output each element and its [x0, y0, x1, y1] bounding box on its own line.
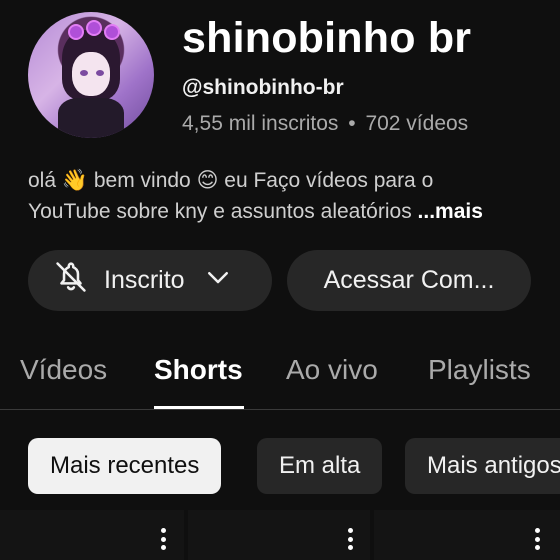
subscriber-count: 4,55 mil inscritos	[182, 112, 339, 135]
avatar-flower	[70, 26, 82, 38]
access-label: Acessar Com...	[323, 266, 495, 294]
description-line: YouTube sobre kny e assuntos aleatórios	[28, 200, 418, 223]
more-vert-icon[interactable]	[534, 528, 540, 550]
more-vert-icon[interactable]	[160, 528, 166, 550]
chevron-down-icon	[203, 262, 233, 299]
channel-avatar[interactable]	[28, 12, 154, 138]
channel-tabs: Vídeos Shorts Ao vivo Playlists	[0, 340, 560, 410]
chip-most-recent[interactable]: Mais recentes	[28, 438, 222, 494]
tab-shorts[interactable]: Shorts	[154, 354, 243, 386]
subscribed-button[interactable]: Inscrito	[28, 250, 272, 311]
avatar-eye	[96, 70, 104, 76]
bell-off-icon	[52, 258, 90, 303]
channel-description[interactable]: olá 👋 bem vindo 😊 eu Faço vídeos para o …	[28, 165, 548, 227]
avatar-flower	[106, 26, 118, 38]
description-line: olá 👋 bem vindo 😊 eu Faço vídeos para o	[28, 169, 434, 192]
short-thumbnail[interactable]	[0, 510, 184, 560]
short-thumbnail[interactable]	[188, 510, 370, 560]
subscribed-label: Inscrito	[104, 266, 185, 294]
access-community-button[interactable]: Acessar Com...	[287, 250, 531, 311]
stats-separator: •	[348, 112, 356, 135]
tab-videos[interactable]: Vídeos	[20, 354, 107, 386]
more-vert-icon[interactable]	[347, 528, 353, 550]
avatar-eye	[80, 70, 88, 76]
chip-trending[interactable]: Em alta	[257, 438, 383, 494]
short-thumbnail[interactable]	[374, 510, 560, 560]
avatar-flower	[88, 22, 100, 34]
channel-handle: @shinobinho-br	[182, 76, 344, 99]
channel-stats: 4,55 mil inscritos • 702 vídeos	[182, 112, 468, 136]
tab-live[interactable]: Ao vivo	[286, 354, 378, 386]
chip-oldest[interactable]: Mais antigos	[405, 438, 560, 494]
active-tab-indicator	[154, 406, 244, 409]
channel-name: shinobinho br	[182, 14, 472, 62]
avatar-face	[72, 52, 110, 96]
tab-playlists[interactable]: Playlists	[428, 354, 531, 386]
more-link[interactable]: ...mais	[418, 200, 483, 223]
avatar-body	[58, 98, 124, 138]
video-count: 702 vídeos	[365, 112, 469, 135]
